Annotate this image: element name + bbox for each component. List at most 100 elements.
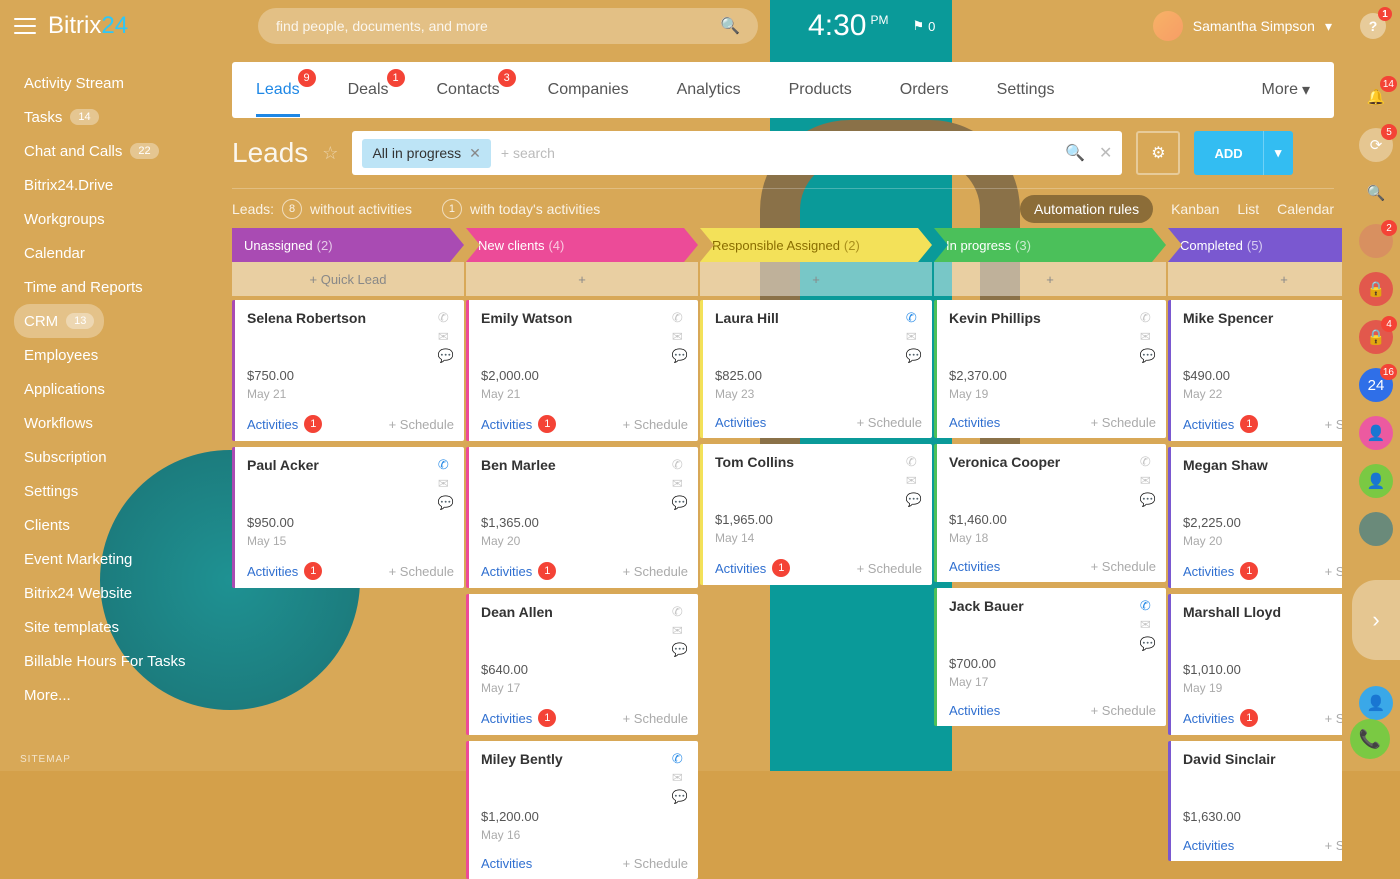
lead-card[interactable]: Kevin Phillips✆✉💬$2,370.00May 19Activiti… xyxy=(934,300,1166,438)
sidebar-item-more-[interactable]: More... xyxy=(14,678,81,712)
person-add-icon[interactable]: 👤 xyxy=(1359,464,1393,498)
chat-icon[interactable]: 💬 xyxy=(438,348,454,364)
sidebar-item-activity-stream[interactable]: Activity Stream xyxy=(14,66,134,100)
b24-icon[interactable]: 2416 xyxy=(1359,368,1393,402)
mail-icon[interactable]: ✉ xyxy=(906,329,922,345)
chat-icon[interactable]: 💬 xyxy=(1140,492,1156,508)
history-icon[interactable]: ⟳5 xyxy=(1359,128,1393,162)
schedule-link[interactable]: + Schedule xyxy=(389,417,454,432)
lead-card[interactable]: Veronica Cooper✆✉💬$1,460.00May 18Activit… xyxy=(934,444,1166,582)
mail-icon[interactable]: ✉ xyxy=(672,476,688,492)
lead-card[interactable]: David Sinclair✆✉💬$1,630.00Activities+ Sc… xyxy=(1168,741,1342,861)
schedule-link[interactable]: + Schedule xyxy=(623,564,688,579)
schedule-link[interactable]: + Schedule xyxy=(1325,564,1342,579)
chat-icon[interactable]: 💬 xyxy=(672,495,688,511)
global-search[interactable]: 🔍 xyxy=(258,8,758,44)
lead-card[interactable]: Ben Marlee✆✉💬$1,365.00May 20Activities1+… xyxy=(466,447,698,588)
stats-today-count[interactable]: 1 xyxy=(442,199,462,219)
activities-link[interactable]: Activities1 xyxy=(481,709,556,727)
sitemap-link[interactable]: SITEMAP xyxy=(20,754,71,765)
column-header[interactable]: In progress(3) xyxy=(934,228,1166,262)
bell-icon[interactable]: 🔔14 xyxy=(1359,80,1393,114)
avatar-2-icon[interactable] xyxy=(1359,512,1393,546)
user-menu[interactable]: Samantha Simpson ▾ ?1 xyxy=(1153,11,1386,41)
tab-orders[interactable]: Orders xyxy=(900,63,949,117)
sidebar-item-workgroups[interactable]: Workgroups xyxy=(14,202,115,236)
schedule-link[interactable]: + Schedule xyxy=(389,564,454,579)
sidebar-item-tasks[interactable]: Tasks14 xyxy=(14,100,109,134)
view-calendar[interactable]: Calendar xyxy=(1277,201,1334,217)
schedule-link[interactable]: + Schedule xyxy=(1091,703,1156,718)
sidebar-item-event-marketing[interactable]: Event Marketing xyxy=(14,542,142,576)
avatar-icon[interactable]: 2 xyxy=(1359,224,1393,258)
phone-icon[interactable]: ✆ xyxy=(438,457,454,473)
person-rail-icon[interactable]: 👤 xyxy=(1359,686,1393,720)
phone-fab[interactable]: 📞 xyxy=(1350,719,1390,759)
activities-link[interactable]: Activities1 xyxy=(1183,415,1258,433)
phone-icon[interactable]: ✆ xyxy=(672,751,688,767)
activities-link[interactable]: Activities1 xyxy=(1183,562,1258,580)
mail-icon[interactable]: ✉ xyxy=(906,473,922,489)
add-button[interactable]: ADD ▾ xyxy=(1194,131,1292,175)
lead-card[interactable]: Jack Bauer✆✉💬$700.00May 17Activities+ Sc… xyxy=(934,588,1166,726)
mail-icon[interactable]: ✉ xyxy=(1140,617,1156,633)
sidebar-item-clients[interactable]: Clients xyxy=(14,508,80,542)
lead-card[interactable]: Tom Collins✆✉💬$1,965.00May 14Activities1… xyxy=(700,444,932,585)
add-dropdown[interactable]: ▾ xyxy=(1263,131,1293,175)
sidebar-item-billable-hours-for-tasks[interactable]: Billable Hours For Tasks xyxy=(14,644,195,678)
phone-icon[interactable]: ✆ xyxy=(1140,310,1156,326)
add-card-button[interactable]: + xyxy=(1168,262,1342,296)
sidebar-item-applications[interactable]: Applications xyxy=(14,372,115,406)
help-button[interactable]: ?1 xyxy=(1360,13,1386,39)
phone-icon[interactable]: ✆ xyxy=(672,310,688,326)
view-list[interactable]: List xyxy=(1237,201,1259,217)
chat-icon[interactable]: 💬 xyxy=(1140,636,1156,652)
lead-card[interactable]: Laura Hill✆✉💬$825.00May 23Activities+ Sc… xyxy=(700,300,932,438)
schedule-link[interactable]: + Schedule xyxy=(623,417,688,432)
mail-icon[interactable]: ✉ xyxy=(438,329,454,345)
activities-link[interactable]: Activities xyxy=(715,415,766,430)
global-search-input[interactable] xyxy=(276,18,720,34)
search-icon[interactable]: 🔍 xyxy=(1065,143,1085,163)
tab-companies[interactable]: Companies xyxy=(548,63,629,117)
sidebar-item-time-and-reports[interactable]: Time and Reports xyxy=(14,270,153,304)
tab-contacts[interactable]: Contacts3 xyxy=(437,63,500,117)
activities-link[interactable]: Activities1 xyxy=(481,415,556,433)
phone-icon[interactable]: ✆ xyxy=(906,310,922,326)
chat-icon[interactable]: 💬 xyxy=(672,348,688,364)
phone-icon[interactable]: ✆ xyxy=(672,604,688,620)
view-automation[interactable]: Automation rules xyxy=(1020,195,1153,223)
lock-icon-2[interactable]: 🔒4 xyxy=(1359,320,1393,354)
sidebar-item-site-templates[interactable]: Site templates xyxy=(14,610,129,644)
activities-link[interactable]: Activities1 xyxy=(1183,709,1258,727)
activities-link[interactable]: Activities1 xyxy=(481,562,556,580)
clock[interactable]: 4:30PM xyxy=(808,9,888,43)
view-kanban[interactable]: Kanban xyxy=(1171,201,1219,217)
lead-card[interactable]: Miley Bently✆✉💬$1,200.00May 16Activities… xyxy=(466,741,698,879)
person-icon[interactable]: 👤 xyxy=(1359,416,1393,450)
column-header[interactable]: Completed(5) xyxy=(1168,228,1342,262)
lead-card[interactable]: Selena Robertson✆✉💬$750.00May 21Activiti… xyxy=(232,300,464,441)
lead-card[interactable]: Emily Watson✆✉💬$2,000.00May 21Activities… xyxy=(466,300,698,441)
activities-link[interactable]: Activities xyxy=(481,856,532,871)
mail-icon[interactable]: ✉ xyxy=(672,770,688,786)
tab-deals[interactable]: Deals1 xyxy=(348,63,389,117)
chat-icon[interactable]: 💬 xyxy=(438,495,454,511)
notifications-flag[interactable]: ⚑ 0 xyxy=(912,18,935,34)
sidebar-item-workflows[interactable]: Workflows xyxy=(14,406,103,440)
filter-bar[interactable]: All in progress ✕ + search 🔍 ✕ xyxy=(352,131,1122,175)
tab-products[interactable]: Products xyxy=(789,63,852,117)
mail-icon[interactable]: ✉ xyxy=(1140,473,1156,489)
phone-icon[interactable]: ✆ xyxy=(1140,598,1156,614)
activities-link[interactable]: Activities1 xyxy=(247,415,322,433)
search-icon[interactable]: 🔍 xyxy=(720,16,740,36)
clear-icon[interactable]: ✕ xyxy=(1099,143,1112,163)
lead-card[interactable]: Marshall Lloyd✆✉💬$1,010.00May 19Activiti… xyxy=(1168,594,1342,735)
schedule-link[interactable]: + Schedule xyxy=(1091,559,1156,574)
chip-remove[interactable]: ✕ xyxy=(469,145,481,162)
tab-leads[interactable]: Leads9 xyxy=(256,63,300,117)
activities-link[interactable]: Activities xyxy=(949,559,1000,574)
phone-icon[interactable]: ✆ xyxy=(906,454,922,470)
sidebar-item-calendar[interactable]: Calendar xyxy=(14,236,95,270)
tab-analytics[interactable]: Analytics xyxy=(677,63,741,117)
